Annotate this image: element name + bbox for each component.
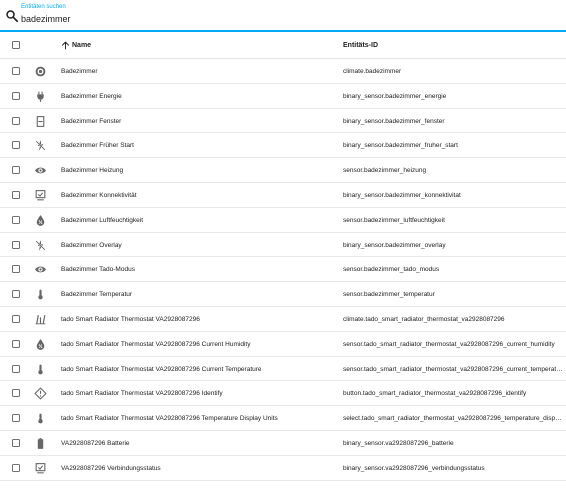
entity-name: tado Smart Radiator Thermostat VA2928087…: [61, 340, 251, 348]
search-bar: Entitäten suchen: [0, 0, 566, 32]
water-percent-icon: [34, 338, 47, 351]
eye-icon: [34, 263, 47, 276]
entity-id: binary_sensor.badezimmer_energie: [343, 92, 447, 100]
table-row[interactable]: Badezimmer Luftfeuchtigkeit sensor.badezi…: [0, 208, 566, 233]
row-checkbox[interactable]: [12, 215, 20, 224]
row-checkbox[interactable]: [12, 414, 20, 423]
entity-name: Badezimmer Overlay: [61, 241, 122, 249]
entity-name: Badezimmer Tado-Modus: [61, 266, 135, 274]
thermometer-icon: [34, 412, 47, 425]
row-checkbox[interactable]: [12, 339, 20, 348]
entity-name: Badezimmer Fenster: [61, 117, 122, 125]
row-checkbox[interactable]: [12, 67, 20, 75]
flash-off-icon: [34, 139, 47, 152]
table-row[interactable]: VA2928087296 Verbindungsstatus binary_sen…: [0, 456, 566, 481]
search-icon: [5, 9, 19, 23]
table-row[interactable]: tado Smart Radiator Thermostat VA2928087…: [0, 357, 566, 382]
entity-name: Badezimmer Konnektivität: [61, 191, 137, 199]
entity-id: binary_sensor.badezimmer_fruher_start: [343, 142, 458, 150]
entity-id: select.tado_smart_radiator_thermostat_va…: [343, 415, 563, 423]
row-checkbox[interactable]: [12, 314, 20, 323]
entity-name: Badezimmer Energie: [61, 92, 122, 100]
row-checkbox[interactable]: [12, 141, 20, 150]
entity-name: Badezimmer Temperatur: [61, 291, 133, 299]
arrow-up-icon[interactable]: [61, 41, 70, 50]
row-checkbox[interactable]: [12, 265, 20, 274]
column-header-entity-id[interactable]: Entitäts-ID: [343, 42, 378, 49]
entity-id: sensor.badezimmer_luftfeuchtigkeit: [343, 216, 445, 224]
flash-off-icon: [34, 239, 47, 252]
entity-id: sensor.badezimmer_tado_modus: [343, 266, 440, 274]
thermostat-icon: [34, 65, 47, 78]
entity-name: tado Smart Radiator Thermostat VA2928087…: [61, 315, 200, 323]
search-input[interactable]: [21, 13, 541, 25]
thermometer-icon: [34, 288, 47, 301]
row-checkbox[interactable]: [12, 166, 20, 175]
radiator-icon: [34, 313, 47, 326]
entity-name: VA2928087296 Batterie: [61, 439, 130, 447]
water-percent-icon: [34, 214, 47, 227]
entity-id: binary_sensor.va2928087296_batterie: [343, 439, 454, 447]
entity-name: Badezimmer Früher Start: [61, 142, 134, 150]
table-row[interactable]: Badezimmer Overlay binary_sensor.badezimm…: [0, 233, 566, 258]
row-checkbox[interactable]: [12, 116, 20, 125]
entity-name: VA2928087296 Verbindungsstatus: [61, 464, 161, 472]
search-label: Entitäten suchen: [21, 4, 66, 10]
entity-id: sensor.badezimmer_heizung: [343, 167, 427, 175]
monitor-check-icon: [34, 189, 47, 202]
alert-icon: [34, 387, 47, 401]
row-checkbox[interactable]: [12, 91, 20, 100]
entity-name: Badezimmer: [61, 68, 98, 75]
table-row[interactable]: Badezimmer Fenster binary_sensor.badezimm…: [0, 109, 566, 134]
monitor-check-icon: [34, 462, 47, 475]
power-plug-icon: [34, 90, 47, 103]
entity-id: climate.tado_smart_radiator_thermostat_v…: [343, 315, 505, 323]
battery-icon: [34, 437, 47, 450]
entity-table-body: Badezimmer climate.badezimmer Badezimmer E…: [0, 59, 566, 481]
row-checkbox[interactable]: [12, 190, 20, 199]
table-row[interactable]: Badezimmer Tado-Modus sensor.badezimmer_t…: [0, 257, 566, 283]
table-header: Name Entitäts-ID: [0, 32, 566, 59]
entity-id: sensor.tado_smart_radiator_thermostat_va…: [343, 340, 555, 348]
select-all-checkbox[interactable]: [12, 41, 20, 49]
row-checkbox[interactable]: [12, 290, 20, 299]
entity-name: tado Smart Radiator Thermostat VA2928087…: [61, 390, 223, 398]
entity-name: Badezimmer Heizung: [61, 167, 124, 175]
window-icon: [34, 115, 47, 128]
row-checkbox[interactable]: [12, 438, 20, 447]
entity-id: button.tado_smart_radiator_thermostat_va…: [343, 390, 527, 398]
table-row[interactable]: Badezimmer Früher Start binary_sensor.bad…: [0, 133, 566, 159]
row-checkbox[interactable]: [12, 240, 20, 249]
table-row[interactable]: Badezimmer Heizung sensor.badezimmer_heiz…: [0, 158, 566, 183]
entity-id: climate.badezimmer: [343, 68, 402, 75]
table-row[interactable]: tado Smart Radiator Thermostat VA2928087…: [0, 381, 566, 407]
entity-name: Badezimmer Luftfeuchtigkeit: [61, 216, 144, 224]
table-row[interactable]: Badezimmer climate.badezimmer: [0, 59, 566, 84]
entity-id: binary_sensor.badezimmer_overlay: [343, 241, 446, 249]
table-row[interactable]: Badezimmer Energie binary_sensor.badezimm…: [0, 84, 566, 109]
entity-id: binary_sensor.badezimmer_fenster: [343, 117, 445, 125]
table-row[interactable]: Badezimmer Konnektivität binary_sensor.ba…: [0, 183, 566, 208]
table-row[interactable]: tado Smart Radiator Thermostat VA2928087…: [0, 307, 566, 332]
entity-name: tado Smart Radiator Thermostat VA2928087…: [61, 365, 262, 373]
column-header-name[interactable]: Name: [72, 42, 91, 49]
thermometer-icon: [34, 363, 47, 376]
table-row[interactable]: tado Smart Radiator Thermostat VA2928087…: [0, 406, 566, 431]
entity-id: binary_sensor.va2928087296_verbindungsst…: [343, 464, 485, 472]
entity-id: binary_sensor.badezimmer_konnektivitat: [343, 191, 461, 199]
table-row[interactable]: tado Smart Radiator Thermostat VA2928087…: [0, 332, 566, 357]
entity-id: sensor.tado_smart_radiator_thermostat_va…: [343, 365, 563, 373]
entity-id: sensor.badezimmer_temperatur: [343, 291, 435, 299]
row-checkbox[interactable]: [12, 463, 20, 472]
entity-name: tado Smart Radiator Thermostat VA2928087…: [61, 415, 278, 423]
table-row[interactable]: VA2928087296 Batterie binary_sensor.va292…: [0, 431, 566, 456]
row-checkbox[interactable]: [12, 364, 20, 373]
table-row[interactable]: Badezimmer Temperatur sensor.badezimmer_t…: [0, 282, 566, 307]
row-checkbox[interactable]: [12, 389, 20, 398]
eye-icon: [34, 164, 47, 177]
